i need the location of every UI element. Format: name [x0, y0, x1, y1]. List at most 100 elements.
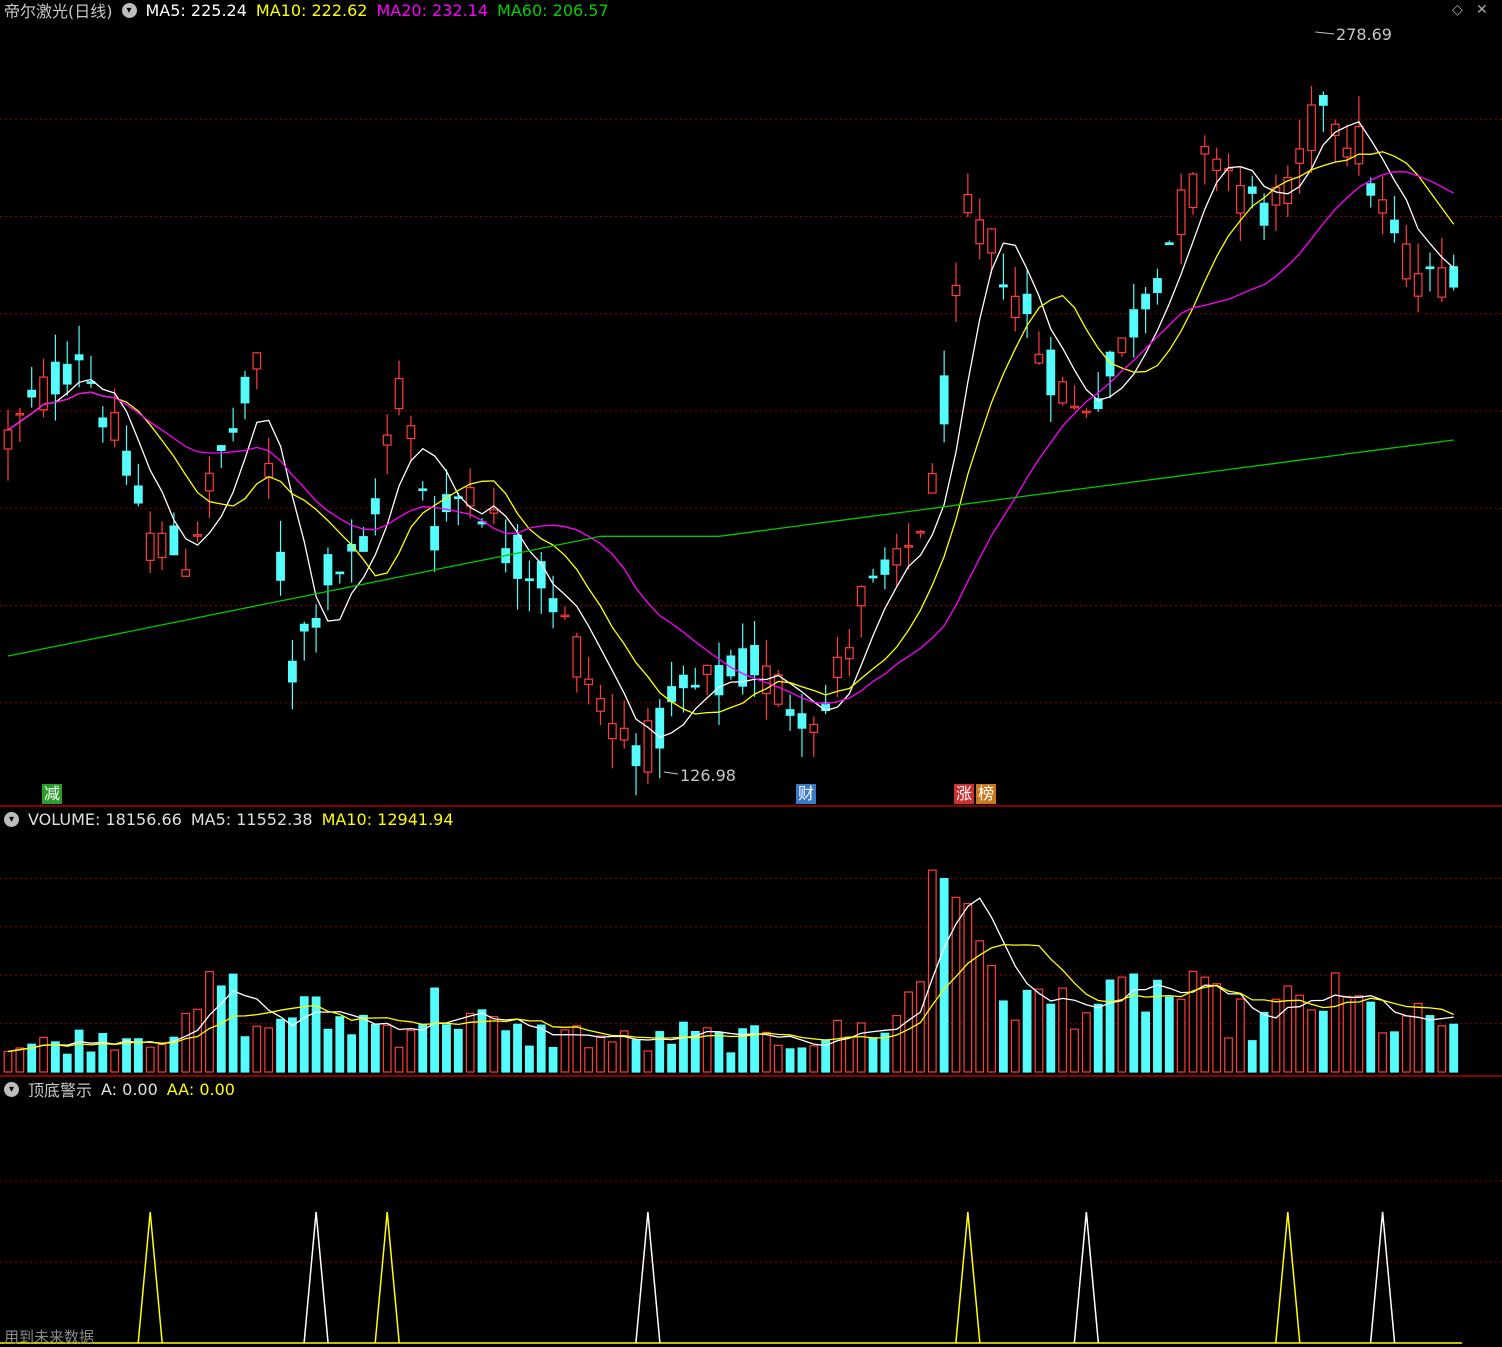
- settings-icon[interactable]: ▾: [121, 2, 137, 18]
- volume-bar-down: [1390, 1031, 1399, 1073]
- badge-reduce[interactable]: 减: [42, 784, 63, 804]
- candle-down: [323, 554, 333, 586]
- candle-up: [1081, 410, 1091, 414]
- volume-bar-down: [1164, 996, 1174, 1073]
- volume-bar-down: [1366, 1001, 1376, 1073]
- volume-bar-up: [3, 1050, 13, 1073]
- volume-bar-down: [868, 1037, 878, 1073]
- ma5-line: [7, 121, 1455, 738]
- volume-bar-up: [1342, 995, 1352, 1073]
- volume-bar-up: [1212, 983, 1222, 1073]
- stock-title[interactable]: 帝尔激光(日线): [4, 0, 113, 22]
- volume-bar-up: [560, 1029, 570, 1073]
- candle-down: [1425, 266, 1435, 270]
- volume-bar-up: [264, 1027, 274, 1073]
- candle-down: [276, 551, 285, 581]
- candle-down: [868, 575, 878, 579]
- price-panel[interactable]: [3, 31, 1459, 796]
- ma10-line: [7, 151, 1455, 715]
- high-pointer: [1315, 31, 1335, 35]
- volume-bar-down: [216, 985, 226, 1073]
- candle-down: [785, 709, 795, 716]
- candle-down: [880, 559, 890, 575]
- candle-up: [406, 425, 416, 440]
- indicator-name[interactable]: 顶底警示: [28, 1077, 92, 1101]
- volume-bar-up: [1235, 998, 1245, 1073]
- candle-down: [655, 707, 665, 749]
- volume-bar-down: [1093, 1003, 1103, 1073]
- indicator-spike: [137, 1211, 163, 1344]
- candle-up: [394, 378, 404, 410]
- volume-bar-down: [62, 1053, 72, 1073]
- volume-bar-up: [1058, 987, 1068, 1073]
- volume-bar-down: [714, 1032, 724, 1073]
- candle-down: [1247, 186, 1257, 194]
- volume-bar-up: [1117, 976, 1127, 1073]
- candle-down: [1153, 278, 1162, 294]
- candle-up: [1307, 104, 1316, 152]
- candle-down: [74, 354, 84, 361]
- indicator-panel[interactable]: [137, 1211, 1396, 1344]
- candle-up: [916, 530, 925, 534]
- indicator-settings-icon[interactable]: ▾: [4, 1081, 19, 1097]
- candle-up: [1188, 173, 1198, 209]
- candle-up: [773, 674, 783, 705]
- candle-up: [382, 434, 392, 446]
- candle-up: [619, 727, 629, 741]
- candle-up: [252, 352, 262, 370]
- volume-settings-icon[interactable]: ▾: [4, 811, 19, 827]
- volume-bar-down: [1425, 1015, 1435, 1073]
- volume-bar-up: [833, 1019, 842, 1073]
- ma60-value: MA60: 206.57: [497, 0, 609, 20]
- volume-bar-down: [939, 877, 949, 1073]
- float-window-icon[interactable]: ◇: [1452, 2, 1463, 18]
- badge-list[interactable]: 榜: [976, 784, 997, 804]
- volume-bar-down: [1105, 979, 1115, 1073]
- ma20-line: [7, 171, 1455, 705]
- candle-down: [524, 578, 534, 582]
- candle-down: [288, 660, 297, 683]
- volume-bar-up: [809, 1045, 819, 1073]
- volume-bar-down: [1022, 989, 1032, 1073]
- volume-bar-down: [98, 1032, 108, 1073]
- candle-down: [169, 525, 179, 556]
- stock-chart[interactable]: 278.69 126.98: [0, 0, 1502, 1347]
- volume-bar-down: [631, 1039, 641, 1073]
- candle-up: [963, 193, 973, 214]
- candle-up: [1295, 148, 1305, 164]
- candle-up: [181, 569, 191, 577]
- candle-up: [856, 586, 866, 607]
- volume-bar-up: [157, 1043, 167, 1073]
- candle-down: [430, 526, 439, 551]
- volume-bar-up: [193, 1008, 203, 1073]
- candle-up: [1200, 145, 1210, 155]
- candle-down: [1141, 293, 1151, 310]
- grid-lines: [0, 118, 1502, 1344]
- candle-up: [702, 664, 712, 675]
- low-price-label: 126.98: [680, 766, 736, 785]
- volume-bar-down: [240, 1036, 250, 1073]
- badge-finance[interactable]: 财: [796, 784, 817, 804]
- volume-panel[interactable]: [3, 869, 1459, 1073]
- candle-up: [465, 487, 475, 507]
- volume-bar-up: [1034, 988, 1044, 1073]
- candle-down: [1164, 242, 1174, 246]
- close-icon[interactable]: ✕: [1476, 2, 1488, 18]
- volume-bar-up: [252, 1025, 262, 1073]
- indicator-spike: [374, 1211, 400, 1344]
- volume-bar-up: [205, 971, 214, 1073]
- candle-up: [489, 509, 499, 514]
- candle-up: [1176, 189, 1186, 236]
- volume-bar-up: [916, 981, 925, 1073]
- candle-down: [513, 534, 522, 579]
- candle-up: [1342, 147, 1352, 158]
- candle-up: [3, 429, 13, 450]
- candle-down: [1046, 349, 1056, 396]
- volume-bar-down: [1259, 1011, 1269, 1073]
- volume-bar-up: [1176, 998, 1186, 1073]
- price-header: 帝尔激光(日线) ▾ MA5: 225.24 MA10: 222.62 MA20…: [4, 0, 618, 22]
- volume-ma10-value: MA10: 12941.94: [321, 809, 454, 829]
- badge-rise[interactable]: 涨: [954, 784, 975, 804]
- volume-bar-up: [892, 1014, 902, 1073]
- volume-bar-down: [311, 996, 321, 1073]
